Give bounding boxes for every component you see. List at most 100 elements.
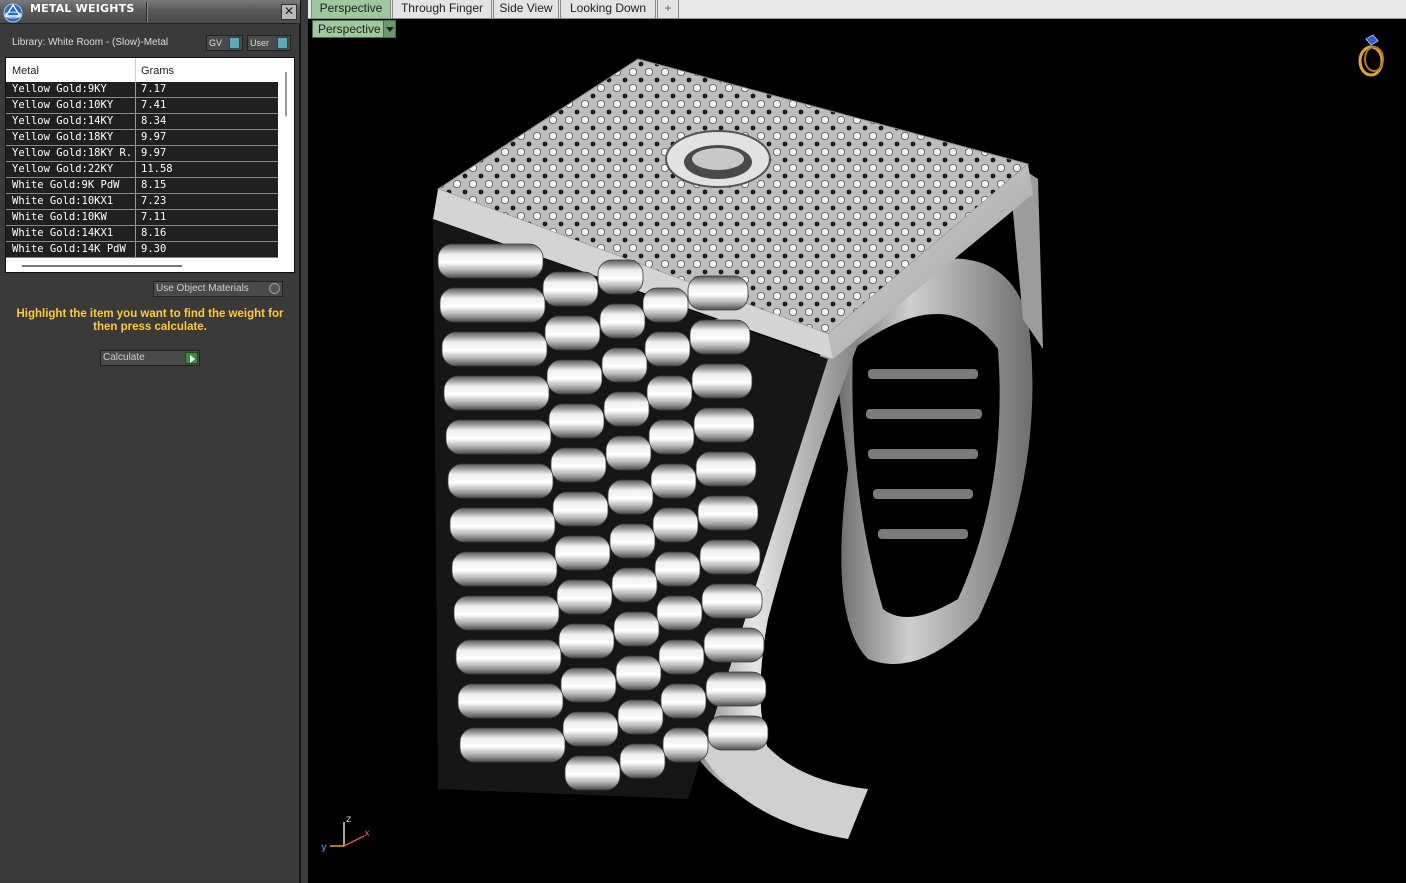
tab-side-view[interactable]: Side View [493,0,559,19]
ring-link [642,287,689,323]
ring-link [615,655,662,691]
ring-link [457,683,564,719]
close-button[interactable]: ✕ [281,4,297,20]
viewport-tabs: Perspective Through Finger Side View Loo… [308,0,1406,19]
table-row[interactable]: White Gold:9K PdW 8.15 [6,178,278,194]
ring-link [701,583,763,619]
metal-grams: 7.23 [141,195,167,207]
metal-name: Yellow Gold:10KY [12,99,114,111]
ring-link [447,463,554,499]
ring-link [451,551,558,587]
metal-name: Yellow Gold:18KY [12,131,114,143]
ring-link [449,507,556,543]
ring-link [607,479,654,515]
ring-link [550,447,607,483]
table-row[interactable]: Yellow Gold:22KY 11.58 [6,162,278,178]
metal-name: White Gold:14KX1 [12,227,114,239]
view-select-value: Perspective [318,22,381,36]
tab-through-finger[interactable]: Through Finger [392,0,492,19]
table-row[interactable]: Yellow Gold:14KY 8.34 [6,114,278,130]
table-row[interactable]: White Gold:10KW 7.11 [6,210,278,226]
user-button[interactable]: User [247,35,291,51]
ring-model[interactable] [308,19,1406,883]
ring-link [689,319,751,355]
panel-splitter[interactable] [300,0,308,883]
ring-link [656,595,703,631]
ring-link [695,451,757,487]
add-tab-icon[interactable]: + [657,0,679,19]
ring-link [459,727,566,763]
column-divider [135,178,136,193]
calculate-label: Calculate [103,352,145,363]
ring-link [707,715,769,751]
metal-name: White Gold:9K PdW [12,179,120,191]
metal-weights-table[interactable]: Metal Grams Yellow Gold:9KY 7.17 Yellow Go… [5,57,295,273]
table-row[interactable]: Yellow Gold:18KY 9.97 [6,130,278,146]
ring-link [619,743,666,779]
horizontal-scrollbar[interactable] [6,258,294,272]
app-logo-icon [3,3,23,23]
column-divider [135,82,136,97]
column-header-metal[interactable]: Metal [12,65,39,77]
vertical-scrollbar[interactable] [279,58,294,258]
column-divider [135,114,136,129]
ring-link [693,407,755,443]
ring-link [564,755,621,791]
ring-link [654,551,701,587]
ring-link [562,711,619,747]
column-divider [135,146,136,161]
ring-link [441,331,548,367]
scroll-thumb[interactable] [22,265,182,267]
metal-name: White Gold:10KW [12,211,107,223]
table-row[interactable]: Yellow Gold:9KY 7.17 [6,82,278,98]
ring-link [554,535,611,571]
view-select-dropdown[interactable]: Perspective [312,20,396,38]
metal-name: White Gold:14K PdW [12,243,126,255]
instruction-text: Highlight the item you want to find the … [16,308,284,333]
tab-looking-down[interactable]: Looking Down [560,0,656,19]
ring-link [691,363,753,399]
table-row[interactable]: Yellow Gold:10KY 7.41 [6,98,278,114]
chevron-down-icon[interactable] [383,21,395,37]
ring-link [699,539,761,575]
ring-link [546,359,603,395]
ring-link [613,611,660,647]
scroll-thumb[interactable] [285,72,287,116]
metal-name: Yellow Gold:9KY [12,83,107,95]
ring-link [605,435,652,471]
gv-button[interactable]: GV [206,35,243,51]
column-divider [135,130,136,145]
ring-link [443,375,550,411]
metal-grams: 8.16 [141,227,167,239]
use-object-materials-label: Use Object Materials [156,283,249,294]
column-header-grams[interactable]: Grams [141,65,174,77]
metal-name: Yellow Gold:18KY R... [12,147,134,159]
ring-link [453,595,560,631]
table-row[interactable]: White Gold:14K PdW 9.30 [6,242,278,258]
ring-link [648,419,695,455]
calculate-button[interactable]: Calculate [100,350,200,366]
ring-link [439,287,546,323]
table-row[interactable]: White Gold:14KX1 8.16 [6,226,278,242]
table-row[interactable]: White Gold:10KX1 7.23 [6,194,278,210]
use-object-materials-toggle[interactable]: Use Object Materials [153,281,283,297]
column-divider [135,242,136,257]
ring-link [609,523,656,559]
ring-link [445,419,552,455]
metal-name: Yellow Gold:22KY [12,163,114,175]
ring-link [650,463,697,499]
ring-preview-icon[interactable] [1354,31,1388,79]
table-row[interactable]: Yellow Gold:18KY R... 9.97 [6,146,278,162]
3d-viewport[interactable]: Perspective z x y [308,19,1406,883]
user-label: User [250,38,270,48]
tab-perspective[interactable]: Perspective [311,0,391,19]
metal-grams: 8.34 [141,115,167,127]
ring-link [597,259,644,295]
user-info-icon [277,37,288,49]
metal-grams: 7.17 [141,83,167,95]
ring-link [558,623,615,659]
ring-link [548,403,605,439]
ring-link [652,507,699,543]
axis-x-label: x [364,828,370,839]
ring-link [705,671,767,707]
